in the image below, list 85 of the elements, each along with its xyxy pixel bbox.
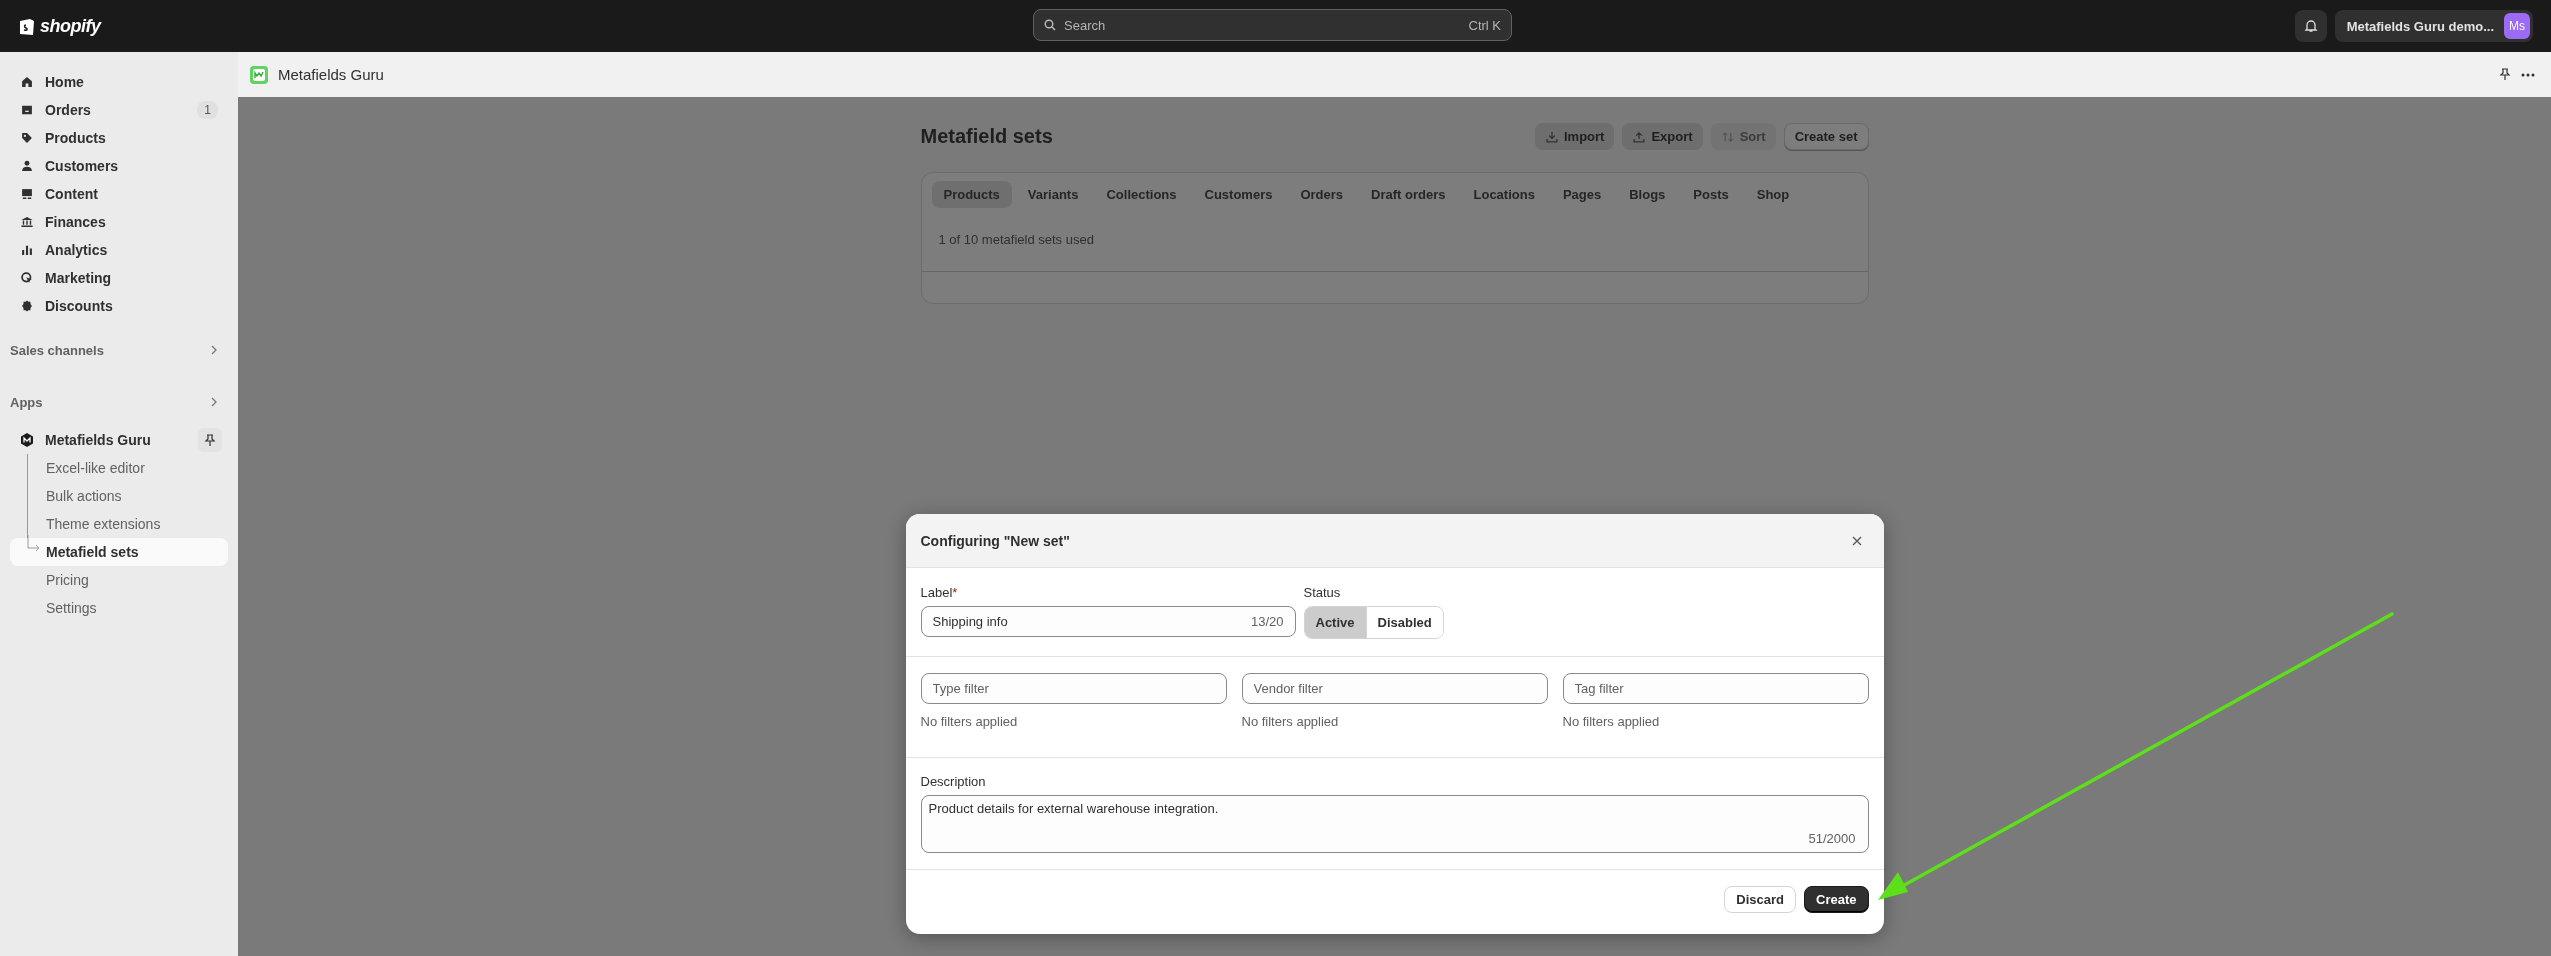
pin-icon[interactable] [2499,68,2511,81]
app-logo-icon [20,433,34,447]
usage-text: 1 of 10 metafield sets used [938,232,1095,247]
avatar: Ms [2504,13,2530,39]
status-toggle[interactable]: Disabled [1365,607,1443,638]
badge-icon [20,299,34,313]
nav-item[interactable]: Analytics [10,236,228,264]
description-field[interactable]: Product details for external warehouse integration. 51/2000 [920,795,1869,853]
tab[interactable]: Variants [1015,181,1091,208]
action-button[interactable]: Create set [1783,123,1869,150]
app-name[interactable]: Metafields Guru [45,432,187,448]
tab[interactable]: Pages [1550,181,1614,208]
tab[interactable]: Draft orders [1359,181,1458,208]
bank-icon [20,215,34,229]
character-counter: 13/20 [1250,614,1284,629]
sort-icon [1720,129,1735,144]
filter-field[interactable]: Tag filter [1562,673,1869,704]
nav-item[interactable]: Marketing [10,264,228,292]
field-label: Description [920,774,987,789]
nav-subitem[interactable]: Metafield sets [10,538,228,566]
nav-item[interactable]: Products [10,124,228,152]
nav-item[interactable]: Discounts [10,292,228,320]
nav-item[interactable]: Orders 1 [10,96,228,124]
shopping-bag-icon [18,16,36,36]
store-menu-button[interactable]: Metafields Guru demo... Ms [2334,10,2533,42]
tab[interactable]: Collections [1094,181,1189,208]
person-icon [20,159,34,173]
discard-button[interactable]: Discard [1724,886,1797,913]
search-icon [1044,19,1056,31]
close-icon [1851,535,1862,546]
app-logo-icon [250,65,268,84]
tab[interactable]: Posts [1681,181,1741,208]
label-input-field[interactable]: Shipping info 13/20 [920,606,1296,637]
pin-icon [204,433,216,447]
nav-item[interactable]: Finances [10,208,228,236]
search-placeholder: Search [1064,17,1107,33]
status-toggle[interactable]: Active [1304,607,1366,638]
nav-subitem[interactable]: Bulk actions [10,482,228,510]
section-heading[interactable]: Sales channels [10,336,228,364]
chevron-right-icon [210,345,218,355]
shortcut-hint: Ctrl K [1468,17,1501,33]
tag-icon [20,131,34,145]
download-icon [1545,129,1559,144]
tab[interactable]: Customers [1192,181,1285,208]
page-title: Metafield sets [920,125,1053,148]
filter-field[interactable]: Vendor filter [1241,673,1548,704]
app-title: Metafields Guru [278,66,384,83]
filter-status-text: No filters applied [1562,714,1661,729]
tab[interactable]: Blogs [1617,181,1678,208]
bar-chart-icon [20,243,34,257]
pin-button[interactable] [198,428,222,452]
nav-subitem[interactable]: Theme extensions [10,510,228,538]
target-icon [20,271,34,285]
action-button[interactable]: Export [1622,123,1703,150]
logo-text[interactable]: shopify [40,15,101,37]
tab[interactable]: Locations [1461,181,1547,208]
chevron-right-icon [210,397,218,407]
bell-icon [2303,19,2318,33]
nav-subitem[interactable]: Pricing [10,566,228,594]
tab[interactable]: Products [931,181,1012,208]
search-field[interactable]: Search Ctrl K [1033,9,1512,41]
nav-subitem[interactable]: Excel-like editor [10,454,228,482]
nav-subitem[interactable]: Settings [10,594,228,622]
field-label: Status [1303,585,1342,600]
character-counter: 51/2000 [1808,831,1856,846]
inbox-icon [20,103,34,117]
filter-field[interactable]: Type filter [920,673,1227,704]
home-icon [20,75,34,89]
more-icon[interactable] [2521,72,2535,77]
count-badge: 1 [197,101,218,119]
screen-icon [20,187,34,201]
section-heading[interactable]: Apps [10,388,228,416]
tab[interactable]: Orders [1288,181,1356,208]
field-label: Label* [920,585,959,600]
notifications-button[interactable] [2294,10,2327,42]
nav-item[interactable]: Home [10,68,228,96]
filter-status-text: No filters applied [920,714,1019,729]
filter-status-text: No filters applied [1241,714,1340,729]
action-button[interactable]: Import [1535,123,1615,150]
create-button[interactable]: Create [1804,886,1869,913]
nav-item[interactable]: Customers [10,152,228,180]
modal-title: Configuring "New set" [920,532,1070,549]
upload-icon [1632,129,1647,144]
tab[interactable]: Shop [1744,181,1802,208]
nav-item[interactable]: Content [10,180,228,208]
